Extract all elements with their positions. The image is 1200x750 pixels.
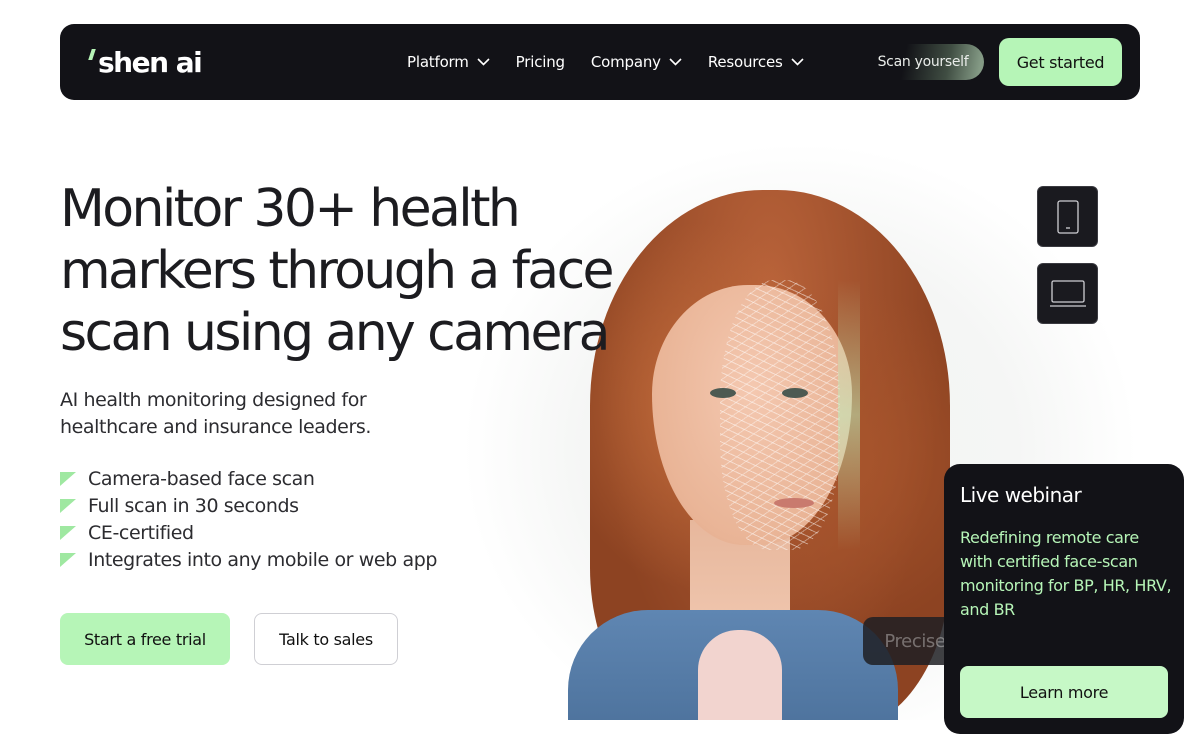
nav-item-label: Company	[590, 53, 661, 71]
nav-item-label: Platform	[407, 53, 469, 71]
nav-item-label: Pricing	[515, 53, 565, 71]
triangle-bullet-icon	[60, 525, 76, 540]
device-phone-button[interactable]	[1037, 186, 1098, 247]
portrait-top	[698, 630, 782, 720]
feature-text: Full scan in 30 seconds	[88, 494, 299, 517]
portrait-eye	[782, 388, 808, 398]
chevron-down-icon	[477, 58, 490, 66]
scan-band	[838, 280, 860, 550]
triangle-bullet-icon	[60, 552, 76, 567]
nav-item-company[interactable]: Company	[591, 53, 682, 71]
scan-yourself-link[interactable]: Scan yourself	[862, 44, 984, 80]
webinar-description: Redefining remote care with certified fa…	[960, 528, 1172, 619]
feature-item: CE-certified	[60, 519, 437, 546]
chevron-down-icon	[669, 58, 682, 66]
phone-icon	[1056, 199, 1079, 234]
hero-subtitle: AI health monitoring designed for health…	[60, 389, 371, 438]
brand-logo[interactable]: shen ai	[88, 44, 203, 80]
talk-to-sales-button[interactable]: Talk to sales	[254, 613, 398, 665]
feature-text: CE-certified	[88, 521, 194, 544]
portrait-eye	[710, 388, 736, 398]
triangle-bullet-icon	[60, 498, 76, 513]
feature-list: Camera-based face scan Full scan in 30 s…	[60, 465, 437, 573]
hero-title: Monitor 30+ health markers through a fac…	[60, 179, 615, 363]
webinar-title: Live webinar	[960, 483, 1082, 507]
webinar-card: Live webinar Redefining remote care with…	[944, 464, 1184, 734]
logo-text: shen ai	[98, 45, 203, 79]
feature-text: Camera-based face scan	[88, 467, 315, 490]
portrait-mouth	[774, 498, 814, 508]
laptop-icon	[1049, 279, 1086, 307]
nav-item-resources[interactable]: Resources	[708, 53, 804, 71]
feature-item: Full scan in 30 seconds	[60, 492, 437, 519]
device-laptop-button[interactable]	[1037, 263, 1098, 324]
triangle-bullet-icon	[60, 471, 76, 486]
feature-text: Integrates into any mobile or web app	[88, 548, 438, 571]
face-mesh-overlay	[720, 280, 840, 550]
learn-more-button[interactable]: Learn more	[960, 666, 1168, 718]
feature-item: Camera-based face scan	[60, 465, 437, 492]
nav-links: Platform Pricing Company Resources	[407, 24, 830, 100]
get-started-button[interactable]: Get started	[999, 38, 1122, 86]
logo-mark-icon	[88, 49, 96, 60]
feature-item: Integrates into any mobile or web app	[60, 546, 437, 573]
top-navbar: shen ai Platform Pricing Company Resourc…	[60, 24, 1140, 100]
nav-item-pricing[interactable]: Pricing	[516, 53, 565, 71]
start-free-trial-button[interactable]: Start a free trial	[60, 613, 230, 665]
nav-item-label: Resources	[707, 53, 783, 71]
chevron-down-icon	[791, 58, 804, 66]
nav-item-platform[interactable]: Platform	[407, 53, 490, 71]
